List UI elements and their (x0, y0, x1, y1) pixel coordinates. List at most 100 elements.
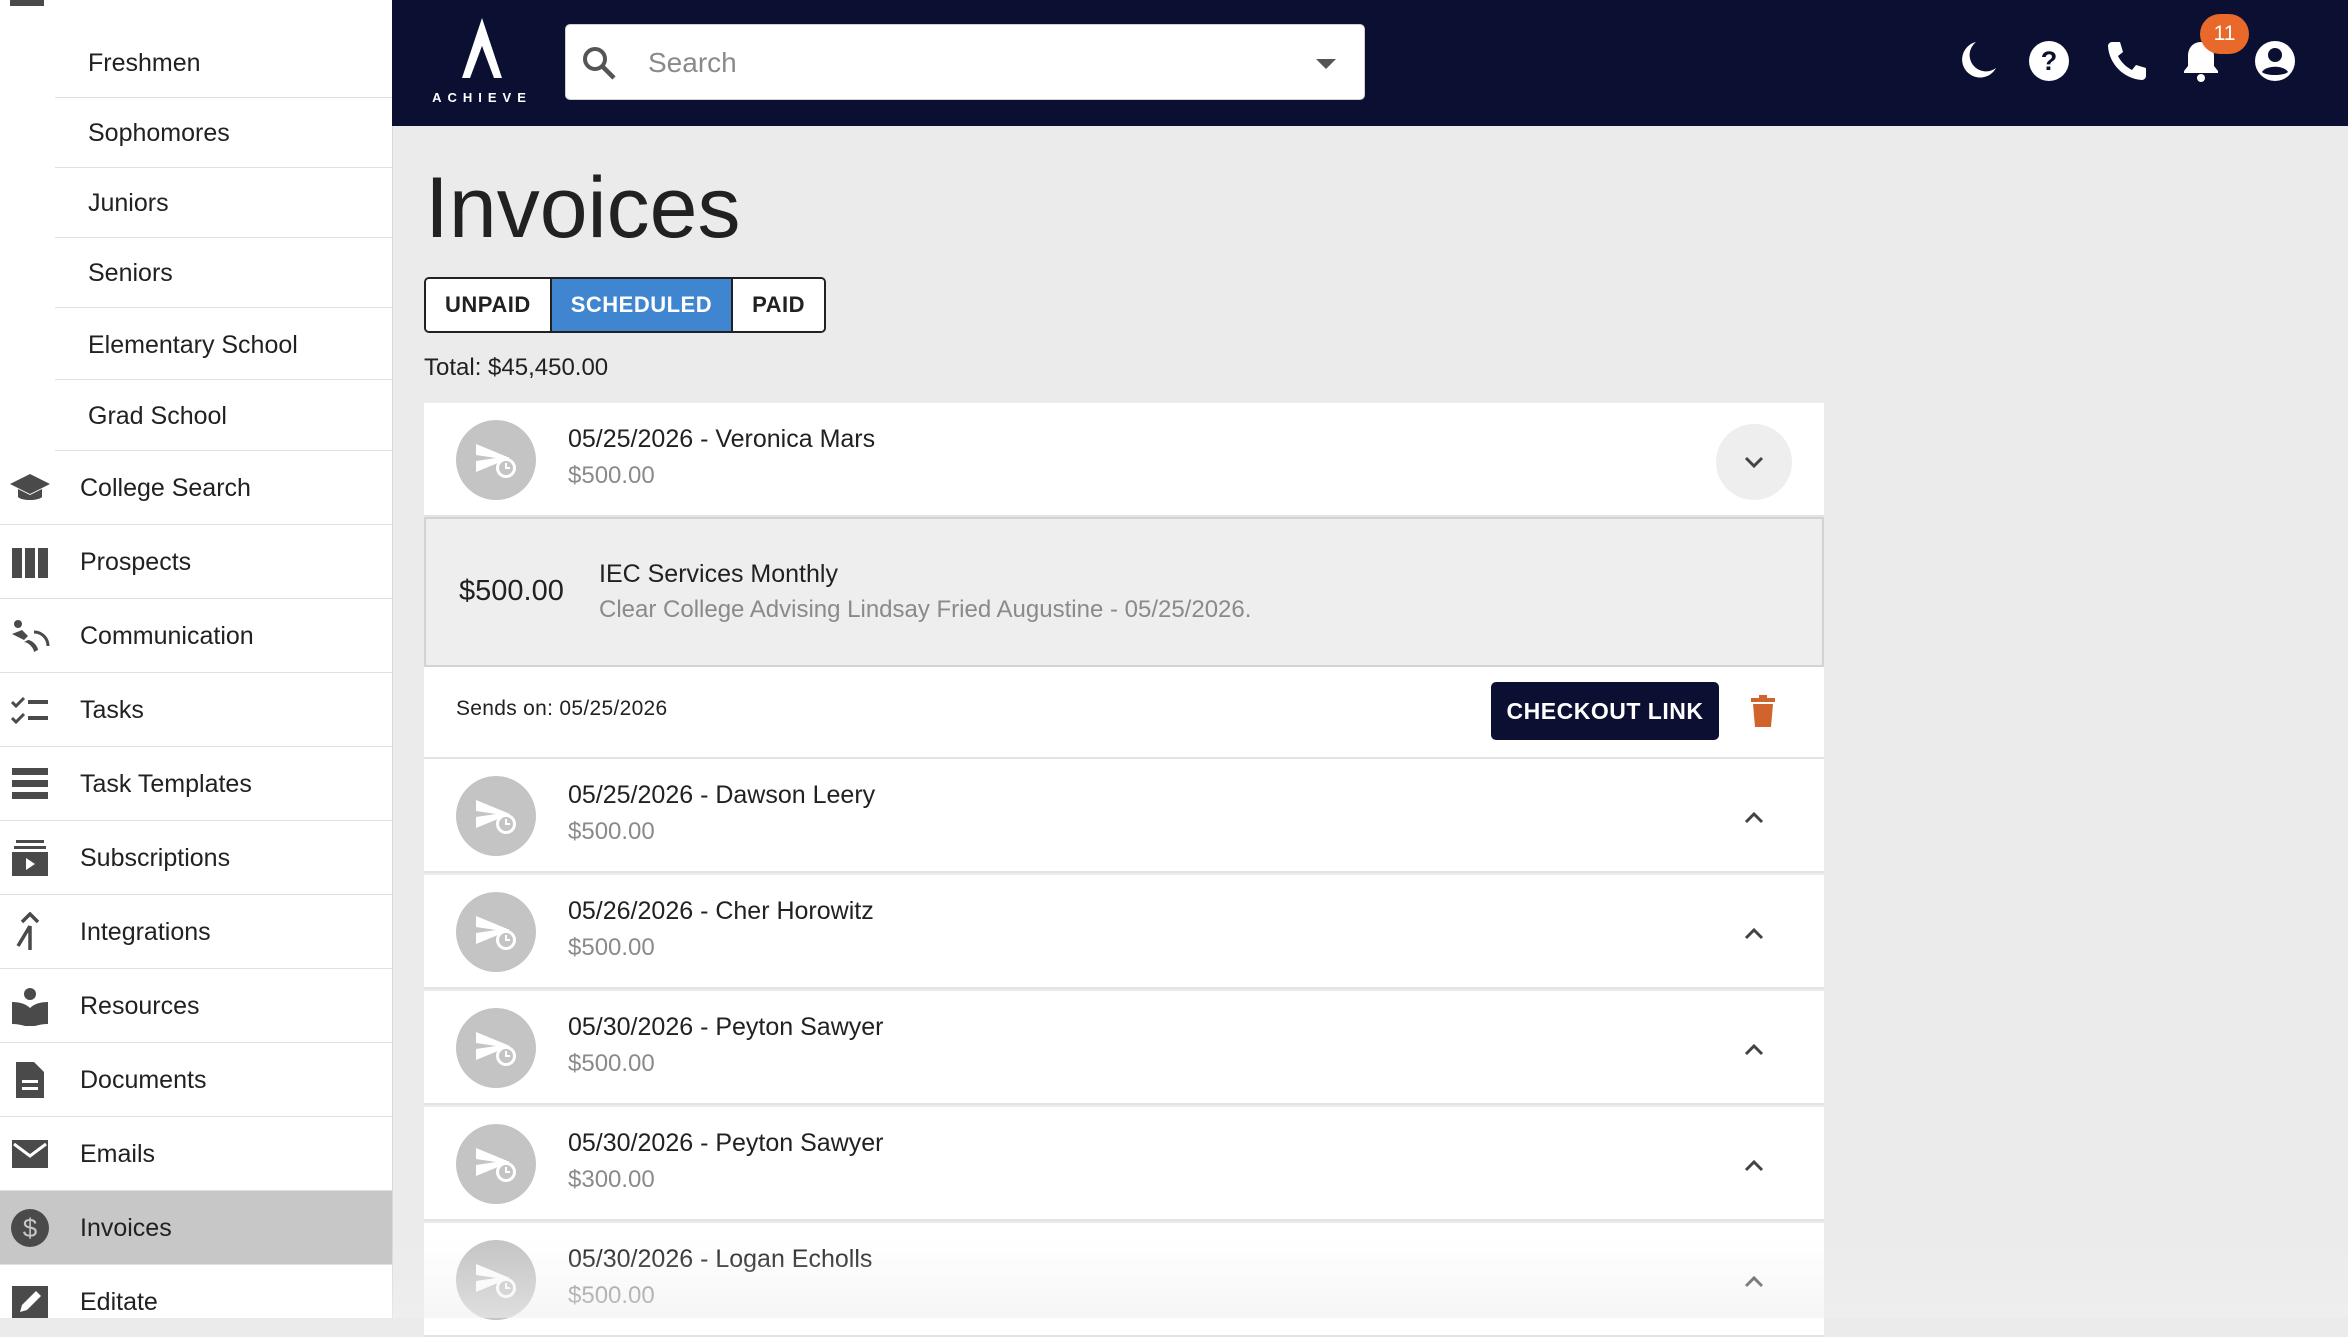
sidebar-item-prospects[interactable]: Prospects (0, 525, 392, 599)
scheduled-send-icon (456, 1008, 536, 1088)
sidebar-item-label: Subscriptions (80, 844, 231, 872)
subscriptions-icon (12, 840, 48, 876)
search-icon (583, 47, 616, 80)
sidebar-item-label: College Search (80, 474, 251, 502)
delete-icon[interactable] (1750, 695, 1776, 727)
invoice-amount: $300.00 (568, 1166, 655, 1193)
sidebar-subitem-label: Freshmen (88, 49, 201, 77)
tab-scheduled[interactable]: SCHEDULED (549, 279, 732, 331)
invoice-title: 05/26/2026 - Cher Horowitz (568, 897, 874, 925)
invoice-actions-bar: Sends on: 05/25/2026 CHECKOUT LINK (424, 667, 1824, 759)
notification-badge: 11 (2200, 14, 2249, 54)
svg-text:$: $ (23, 1213, 38, 1243)
account-icon[interactable] (2252, 38, 2298, 84)
invoice-row[interactable]: 05/30/2026 - Peyton Sawyer $300.00 (424, 1107, 1824, 1221)
sidebar-item-resources[interactable]: Resources (0, 969, 392, 1043)
sidebar: Freshmen Sophomores Juniors Seniors Elem… (0, 0, 393, 1318)
sends-on-date: Sends on: 05/25/2026 (456, 697, 668, 720)
invoice-row[interactable]: 05/25/2026 - Veronica Mars $500.00 (424, 403, 1824, 517)
logo-icon (462, 18, 502, 78)
checkout-link-button[interactable]: CHECKOUT LINK (1491, 682, 1719, 740)
checklist-icon (10, 696, 48, 725)
line-item-name: IEC Services Monthly (599, 560, 838, 588)
invoice-amount: $500.00 (568, 1050, 655, 1077)
sidebar-item-tasks[interactable]: Tasks (0, 673, 392, 747)
list-icon (12, 768, 48, 799)
expand-toggle-button[interactable] (1716, 1012, 1792, 1088)
invoice-amount: $500.00 (568, 1282, 655, 1309)
sidebar-subitem-label: Sophomores (88, 119, 230, 147)
invoice-title: 05/25/2026 - Veronica Mars (568, 425, 876, 453)
invoice-line-item: $500.00 IEC Services Monthly Clear Colle… (424, 517, 1824, 667)
expand-toggle-button[interactable] (1716, 1244, 1792, 1320)
sidebar-subitem-label: Elementary School (88, 331, 298, 359)
students-icon (10, 0, 44, 6)
scheduled-send-icon (456, 892, 536, 972)
scheduled-send-icon (456, 1240, 536, 1320)
sidebar-item-label: Documents (80, 1066, 207, 1094)
sidebar-subitem-grad-school[interactable]: Grad School (55, 381, 392, 451)
sidebar-item-subscriptions[interactable]: Subscriptions (0, 821, 392, 895)
invoice-title: 05/30/2026 - Logan Echolls (568, 1245, 873, 1273)
sidebar-item-label: Task Templates (80, 770, 252, 798)
chevron-up-icon (1744, 1275, 1764, 1288)
chevron-up-icon (1744, 1159, 1764, 1172)
expand-toggle-button[interactable] (1716, 1128, 1792, 1204)
sidebar-item-communication[interactable]: Communication (0, 599, 392, 673)
search-box[interactable] (565, 24, 1365, 100)
tab-paid[interactable]: PAID (731, 279, 825, 331)
invoice-title: 05/30/2026 - Peyton Sawyer (568, 1129, 884, 1157)
expand-toggle-button[interactable] (1716, 780, 1792, 856)
sidebar-subitem-seniors[interactable]: Seniors (55, 238, 392, 308)
sidebar-item-label: Editate (80, 1288, 158, 1316)
sidebar-item-label: Resources (80, 992, 200, 1020)
invoice-status-tabs: UNPAID SCHEDULED PAID (424, 277, 827, 333)
invoices-total: Total: $45,450.00 (424, 354, 609, 381)
sidebar-item-label: Integrations (80, 918, 211, 946)
chevron-up-icon (1744, 927, 1764, 940)
book-icon (12, 988, 48, 1026)
sidebar-item-editate[interactable]: Editate (0, 1265, 392, 1318)
sidebar-item-task-templates[interactable]: Task Templates (0, 747, 392, 821)
expand-toggle-button[interactable] (1716, 896, 1792, 972)
sidebar-item-label: Communication (80, 622, 254, 650)
sidebar-subitem-label: Grad School (88, 402, 227, 430)
sidebar-subitem-freshmen[interactable]: Freshmen (55, 28, 392, 98)
collapse-toggle-button[interactable] (1716, 424, 1792, 500)
sidebar-item-label: Emails (80, 1140, 156, 1168)
search-dropdown-caret-icon[interactable] (1316, 59, 1336, 69)
sidebar-subitem-elementary-school[interactable]: Elementary School (55, 310, 392, 380)
scheduled-send-icon (456, 1124, 536, 1204)
search-input[interactable] (646, 39, 1270, 87)
sidebar-item-label: Prospects (80, 548, 192, 576)
sidebar-item-emails[interactable]: Emails (0, 1117, 392, 1191)
sidebar-item-documents[interactable]: Documents (0, 1043, 392, 1117)
sidebar-item-college-search[interactable]: College Search (0, 451, 392, 525)
graduation-cap-icon (10, 474, 50, 500)
invoice-row[interactable]: 05/30/2026 - Logan Echolls $500.00 (424, 1223, 1824, 1337)
phone-icon[interactable] (2102, 38, 2148, 84)
invoice-row[interactable]: 05/30/2026 - Peyton Sawyer $500.00 (424, 991, 1824, 1105)
edit-icon (12, 1286, 48, 1318)
achieve-logo[interactable]: ACHIEVE (432, 16, 532, 110)
invoice-row[interactable]: 05/26/2026 - Cher Horowitz $500.00 (424, 875, 1824, 989)
invoice-amount: $500.00 (568, 818, 655, 845)
tab-unpaid[interactable]: UNPAID (426, 279, 550, 331)
merge-icon (16, 912, 40, 950)
svg-text:?: ? (2041, 46, 2058, 76)
document-icon (16, 1062, 44, 1098)
invoice-title: 05/25/2026 - Dawson Leery (568, 781, 876, 809)
dark-mode-icon[interactable] (1954, 38, 2000, 84)
sidebar-subitem-juniors[interactable]: Juniors (55, 168, 392, 238)
top-header: ACHIEVE ? 11 (392, 0, 2348, 126)
invoice-title: 05/30/2026 - Peyton Sawyer (568, 1013, 884, 1041)
invoice-row[interactable]: 05/25/2026 - Dawson Leery $500.00 (424, 759, 1824, 873)
sidebar-item-invoices[interactable]: $ Invoices (0, 1191, 392, 1265)
help-icon[interactable]: ? (2026, 38, 2072, 84)
sidebar-item-integrations[interactable]: Integrations (0, 895, 392, 969)
sidebar-subitem-sophomores[interactable]: Sophomores (55, 98, 392, 168)
sidebar-item-students-partial[interactable] (0, 0, 392, 6)
chevron-down-icon (1744, 456, 1764, 469)
page-title: Invoices (425, 160, 741, 256)
sidebar-subitem-label: Seniors (88, 259, 173, 287)
